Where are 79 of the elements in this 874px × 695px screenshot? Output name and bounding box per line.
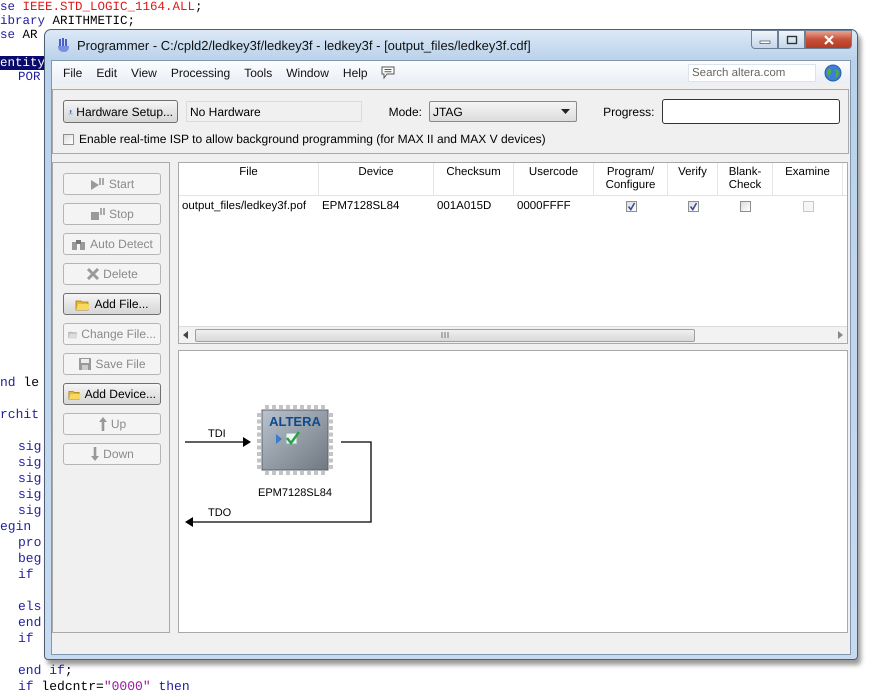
column-header[interactable]: Blank-Check [718, 163, 773, 195]
stop-icon [90, 207, 106, 221]
code-line: pro [18, 535, 42, 550]
column-header[interactable]: Usercode [514, 163, 594, 195]
window-title: Programmer - C:/cpld2/ledkey3f/ledkey3f - ledkey3f - [output_files/ledkey3f.cdf] [77, 38, 531, 52]
menu-item[interactable]: Processing [164, 66, 238, 80]
column-header[interactable]: Verify [668, 163, 718, 195]
code-line: end if; [18, 663, 73, 678]
column-header[interactable]: Checksum [434, 163, 514, 195]
table-cell-text: output_files/ledkey3f.pof [181, 200, 308, 212]
hardware-field: No Hardware [186, 101, 362, 122]
code-line: els [18, 599, 42, 614]
grip-icon [441, 332, 449, 338]
minimize-button[interactable] [751, 30, 778, 49]
close-icon [822, 34, 834, 44]
mode-dropdown[interactable]: JTAG [428, 101, 578, 122]
table-cell-text: EPM7128SL84 [321, 200, 400, 212]
tdi-arrow [185, 437, 251, 447]
table-checkbox[interactable] [740, 200, 751, 212]
play-icon [90, 177, 106, 191]
code-line: se AR [0, 28, 38, 42]
tdi-label: TDI [208, 428, 226, 440]
code-line: if [18, 631, 34, 646]
delete-icon [86, 267, 100, 281]
code-line: if [18, 567, 34, 582]
code-line: if ledcntr="0000" then [18, 679, 190, 694]
dropdown-caret-icon [561, 109, 570, 114]
menu-item[interactable]: Help [336, 66, 375, 80]
column-header[interactable]: File [179, 163, 319, 195]
isp-checkbox[interactable] [63, 134, 74, 144]
code-line: rchit [0, 407, 40, 422]
menu-item[interactable]: Edit [89, 66, 124, 80]
code-line: sig [18, 455, 42, 470]
code-line: sig [18, 487, 42, 502]
tdo-label: TDO [208, 507, 232, 519]
play-icon [276, 434, 282, 444]
table-checkbox[interactable] [626, 200, 636, 212]
isp-option-label: Enable real-time ISP to allow background programming (for MAX II and MAX V devices) [79, 132, 546, 146]
search-field[interactable]: Search altera.com [688, 64, 816, 82]
table-checkbox[interactable] [688, 200, 698, 212]
code-line: sig [18, 503, 42, 518]
maximize-icon [786, 34, 798, 44]
globe-icon[interactable] [824, 64, 842, 82]
code-line: end [18, 615, 42, 630]
code-line: nd le [0, 375, 40, 390]
menu-item[interactable]: Window [279, 66, 336, 80]
action-button[interactable]: Add Device... [63, 383, 161, 405]
hardware-setup-button[interactable]: Hardware Setup... [63, 100, 178, 123]
code-line: beg [18, 551, 42, 566]
floppy-icon [78, 357, 92, 371]
action-button[interactable]: Add File... [63, 293, 161, 315]
scroll-right-icon[interactable] [837, 331, 843, 339]
horizontal-scrollbar[interactable] [179, 326, 847, 343]
menu-item[interactable]: View [124, 66, 164, 80]
hand-icon [56, 37, 72, 53]
scroll-left-icon[interactable] [183, 331, 189, 339]
column-header[interactable]: Program/ Configure [594, 163, 668, 195]
up-arrow-icon [98, 416, 108, 432]
column-header[interactable]: Device [319, 163, 434, 195]
table-cell-text: 0000FFFF [516, 200, 572, 212]
table-cell-text: 001A015D [436, 200, 492, 212]
mode-label: Mode: [388, 104, 422, 118]
device-label: EPM7128SL84 [258, 487, 332, 499]
progress-label: Progress: [603, 104, 654, 118]
chip-logo: ALTERA [269, 414, 321, 429]
down-arrow-icon [90, 446, 100, 462]
menu-item[interactable]: Tools [237, 66, 280, 80]
column-header[interactable]: Examine [773, 163, 843, 195]
code-line: egin [0, 519, 32, 534]
maximize-button[interactable] [778, 30, 805, 49]
check-icon [286, 431, 300, 445]
speech-bubble-icon[interactable] [380, 66, 395, 79]
code-line: sig [18, 439, 42, 454]
close-button[interactable] [805, 30, 852, 49]
menu-item[interactable]: File [56, 66, 90, 80]
code-line: ibrary ARITHMETIC; [0, 14, 136, 28]
code-line: POR [18, 70, 41, 84]
code-line: se IEEE.STD_LOGIC_1164.ALL; [0, 0, 203, 14]
code-line: sig [18, 471, 42, 486]
